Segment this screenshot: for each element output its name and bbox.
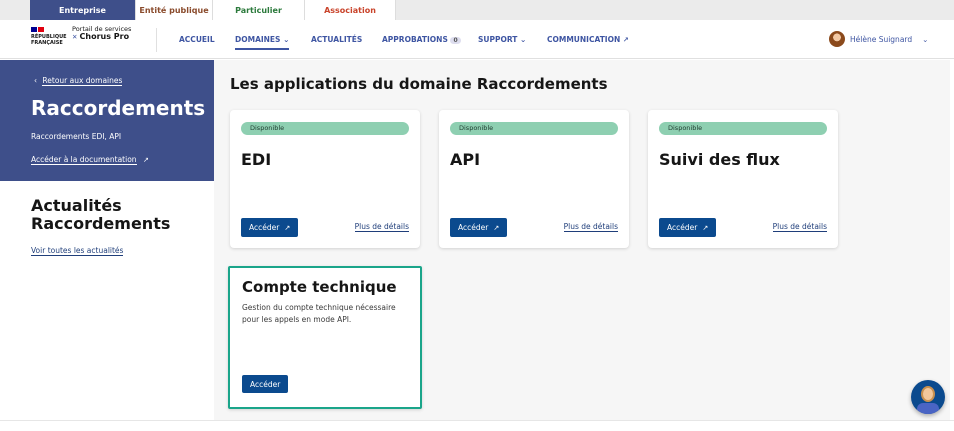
news-title: Actualités Raccordements bbox=[31, 196, 171, 233]
republique-logo[interactable]: RÉPUBLIQUE FRANÇAISE bbox=[31, 27, 67, 46]
app-card-edi: Disponible EDI Accéder ↗ Plus de détails bbox=[230, 110, 420, 248]
card-description: Gestion du compte technique nécessaire p… bbox=[242, 303, 396, 324]
card-title: Compte technique bbox=[242, 278, 397, 296]
user-name: Hélène Suignard bbox=[850, 34, 913, 44]
assistant-body bbox=[917, 403, 939, 414]
assistant-chat-button[interactable] bbox=[911, 380, 945, 414]
status-badge: Disponible bbox=[450, 122, 618, 135]
user-menu[interactable]: Hélène Suignard ⌄ bbox=[829, 31, 928, 47]
page-title: Les applications du domaine Raccordement… bbox=[230, 75, 608, 93]
tab-entreprise[interactable]: Entreprise bbox=[30, 0, 136, 20]
domain-subtitle: Raccordements EDI, API bbox=[31, 132, 122, 141]
header: RÉPUBLIQUE FRANÇAISE Portail de services… bbox=[0, 20, 954, 59]
tab-entite-publique[interactable]: Entité publique bbox=[136, 0, 213, 20]
acceder-button[interactable]: Accéder ↗ bbox=[450, 218, 508, 237]
details-link[interactable]: Plus de détails bbox=[772, 222, 827, 232]
details-link[interactable]: Plus de détails bbox=[563, 222, 618, 232]
portal-brand[interactable]: Portail de services ✕ Chorus Pro bbox=[72, 25, 131, 41]
nav-domaines[interactable]: DOMAINES ⌄ bbox=[235, 35, 290, 50]
nav-actualites[interactable]: ACTUALITÉS bbox=[311, 35, 362, 44]
status-badge: Disponible bbox=[241, 122, 409, 135]
documentation-link[interactable]: Accéder à la documentation ↗ bbox=[31, 155, 149, 165]
nav-accueil[interactable]: ACCUEIL bbox=[179, 35, 215, 44]
domain-title: Raccordements bbox=[31, 96, 206, 120]
footer-strip bbox=[0, 420, 954, 431]
acceder-button[interactable]: Accéder ↗ bbox=[241, 218, 299, 237]
app-card-api: Disponible API Accéder ↗ Plus de détails bbox=[439, 110, 629, 248]
logo-line2: FRANÇAISE bbox=[31, 40, 63, 46]
chevron-down-icon: ⌄ bbox=[283, 35, 290, 44]
assistant-avatar-icon bbox=[921, 386, 935, 402]
user-avatar bbox=[829, 31, 845, 47]
domain-header: ‹ Retour aux domaines Raccordements Racc… bbox=[0, 60, 214, 181]
status-badge: Disponible bbox=[659, 122, 827, 135]
acceder-button[interactable]: Accéder bbox=[242, 375, 289, 393]
approbations-badge: 0 bbox=[450, 37, 461, 44]
card-title: Suivi des flux bbox=[659, 150, 780, 169]
chorus-icon: ✕ bbox=[72, 33, 78, 41]
external-link-icon: ↗ bbox=[702, 223, 709, 232]
app-card-compte-technique: Compte technique Gestion du compte techn… bbox=[228, 266, 422, 409]
nav-communication[interactable]: COMMUNICATION ↗ bbox=[547, 35, 629, 44]
back-link[interactable]: ‹ Retour aux domaines bbox=[34, 76, 123, 86]
portal-name: Chorus Pro bbox=[79, 32, 130, 41]
profile-bar: Entreprise Entité publique Particulier A… bbox=[0, 0, 954, 20]
chevron-down-icon: ⌄ bbox=[520, 35, 527, 44]
details-link[interactable]: Plus de détails bbox=[354, 222, 409, 232]
chevron-down-icon: ⌄ bbox=[922, 34, 929, 44]
external-link-icon: ↗ bbox=[622, 36, 629, 44]
tab-association[interactable]: Association bbox=[305, 0, 396, 20]
app-card-suivi-flux: Disponible Suivi des flux Accéder ↗ Plus … bbox=[648, 110, 838, 248]
external-link-icon: ↗ bbox=[142, 156, 149, 164]
external-link-icon: ↗ bbox=[493, 223, 500, 232]
divider bbox=[156, 28, 157, 52]
external-link-icon: ↗ bbox=[284, 223, 291, 232]
card-title: EDI bbox=[241, 150, 272, 169]
nav-approbations[interactable]: APPROBATIONS 0 bbox=[382, 35, 461, 44]
nav-support[interactable]: SUPPORT ⌄ bbox=[478, 35, 526, 44]
acceder-button[interactable]: Accéder ↗ bbox=[659, 218, 717, 237]
all-news-link[interactable]: Voir toutes les actualités bbox=[31, 246, 124, 256]
tab-particulier[interactable]: Particulier bbox=[213, 0, 305, 20]
card-title: API bbox=[450, 150, 481, 169]
